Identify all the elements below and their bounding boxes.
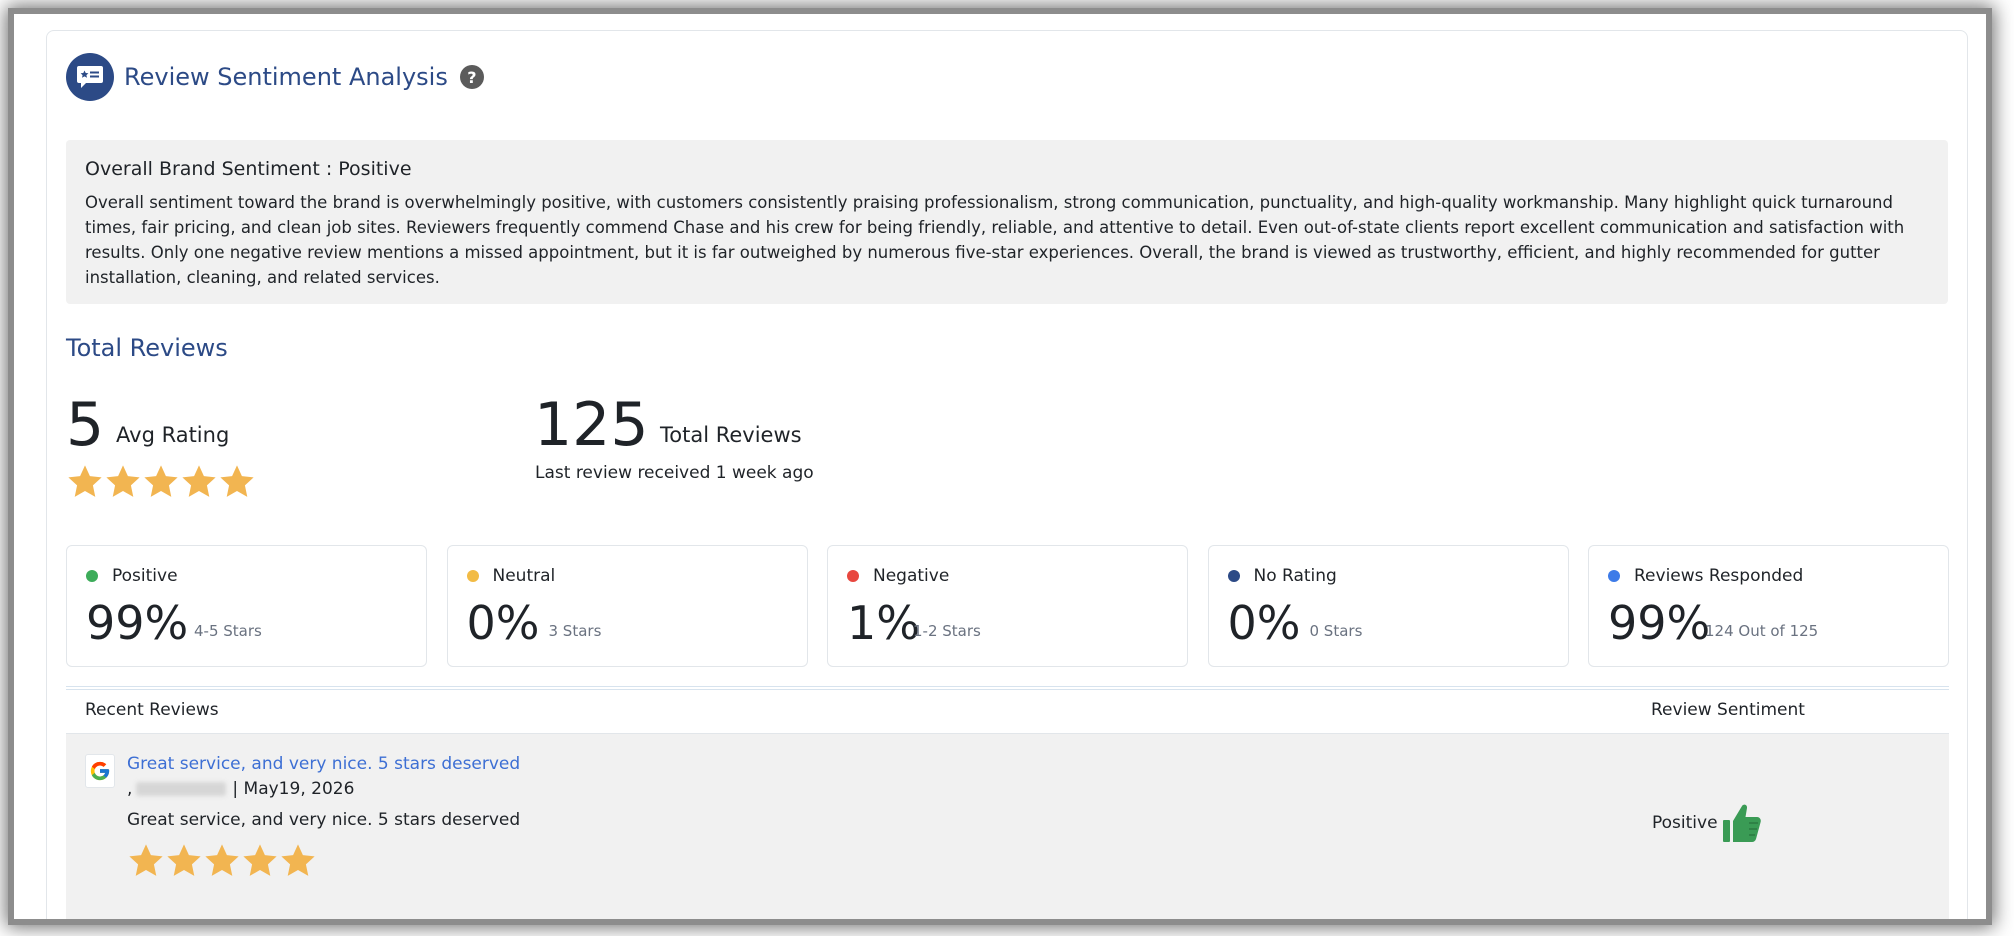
total-reviews-heading: Total Reviews — [66, 334, 228, 362]
summary-title: Overall Brand Sentiment : Positive — [85, 158, 412, 180]
metric-sub: 1-2 Stars — [913, 622, 981, 640]
sentiment-card: Review Sentiment Analysis ? Overall Bran… — [46, 30, 1968, 919]
review-sentiment: Positive — [1652, 802, 1762, 844]
sentiment-label: Positive — [1652, 813, 1718, 833]
help-icon[interactable]: ? — [459, 65, 484, 89]
metric-sub: 3 Stars — [548, 622, 602, 640]
redacted-author-name — [136, 782, 227, 796]
metric-neutral[interactable]: Neutral 0% 3 Stars — [446, 545, 808, 667]
last-review-text: Last review received 1 week ago — [535, 463, 814, 483]
total-reviews-label: Total Reviews — [660, 423, 802, 447]
metric-label: Neutral — [492, 566, 556, 586]
total-reviews-value: 125 — [534, 390, 649, 460]
review-chat-icon — [66, 53, 114, 101]
review-stars — [127, 842, 317, 880]
star-icon — [144, 465, 178, 497]
metric-reviews-responded[interactable]: Reviews Responded 99% 124 Out of 125 — [1588, 545, 1949, 667]
column-header-review-sentiment: Review Sentiment — [1651, 700, 1805, 720]
metric-no-rating[interactable]: No Rating 0% 0 Stars — [1207, 545, 1569, 667]
avg-rating-value: 5 — [66, 390, 105, 460]
status-dot — [86, 570, 98, 582]
metric-positive[interactable]: Positive 99% 4-5 Stars — [66, 545, 427, 667]
review-meta: , | May19, 2026 — [127, 779, 354, 799]
metric-sub: 4-5 Stars — [194, 622, 262, 640]
metric-value: 1% — [847, 596, 920, 650]
review-title-link[interactable]: Great service, and very nice. 5 stars de… — [127, 754, 520, 774]
star-icon — [167, 844, 201, 876]
table-row: Great service, and very nice. 5 stars de… — [66, 733, 1949, 919]
star-icon — [281, 844, 315, 876]
star-icon — [182, 465, 216, 497]
status-dot — [1227, 570, 1240, 582]
metric-sub: 124 Out of 125 — [1705, 622, 1819, 640]
status-dot — [1608, 570, 1620, 582]
star-icon — [205, 844, 239, 876]
metric-label: Negative — [873, 566, 950, 586]
summary-text: Overall sentiment toward the brand is ov… — [85, 193, 1905, 287]
metric-negative[interactable]: Negative 1% 1-2 Stars — [827, 545, 1188, 667]
star-icon — [220, 465, 254, 497]
metric-label: Positive — [112, 566, 178, 586]
card-header: Review Sentiment Analysis ? — [66, 53, 484, 101]
metric-value: 99% — [86, 596, 189, 650]
sentiment-summary: Overall Brand Sentiment : Positive Overa… — [66, 140, 1948, 304]
star-icon — [129, 844, 163, 876]
review-author-prefix: , — [127, 779, 133, 799]
table-divider — [66, 686, 1949, 690]
metric-sub: 0 Stars — [1309, 622, 1363, 640]
metric-value: 0% — [466, 596, 540, 650]
review-body: Great service, and very nice. 5 stars de… — [127, 810, 521, 830]
page-title: Review Sentiment Analysis — [124, 63, 448, 91]
thumbs-up-icon — [1722, 802, 1762, 844]
metric-value: 0% — [1227, 596, 1301, 650]
star-icon — [68, 465, 102, 497]
column-header-recent-reviews: Recent Reviews — [85, 700, 219, 720]
google-icon — [85, 754, 115, 788]
metric-label: Reviews Responded — [1634, 566, 1804, 586]
avg-rating-label: Avg Rating — [116, 423, 230, 447]
metric-value: 99% — [1608, 596, 1711, 650]
avg-rating-stars — [66, 463, 256, 501]
star-icon — [243, 844, 277, 876]
status-dot — [847, 570, 859, 582]
sentiment-metrics: Positive 99% 4-5 Stars Neutral 0% 3 Star… — [66, 545, 1949, 667]
metric-label: No Rating — [1253, 566, 1337, 586]
review-date: | May19, 2026 — [232, 779, 355, 799]
star-icon — [106, 465, 140, 497]
status-dot — [466, 570, 479, 582]
